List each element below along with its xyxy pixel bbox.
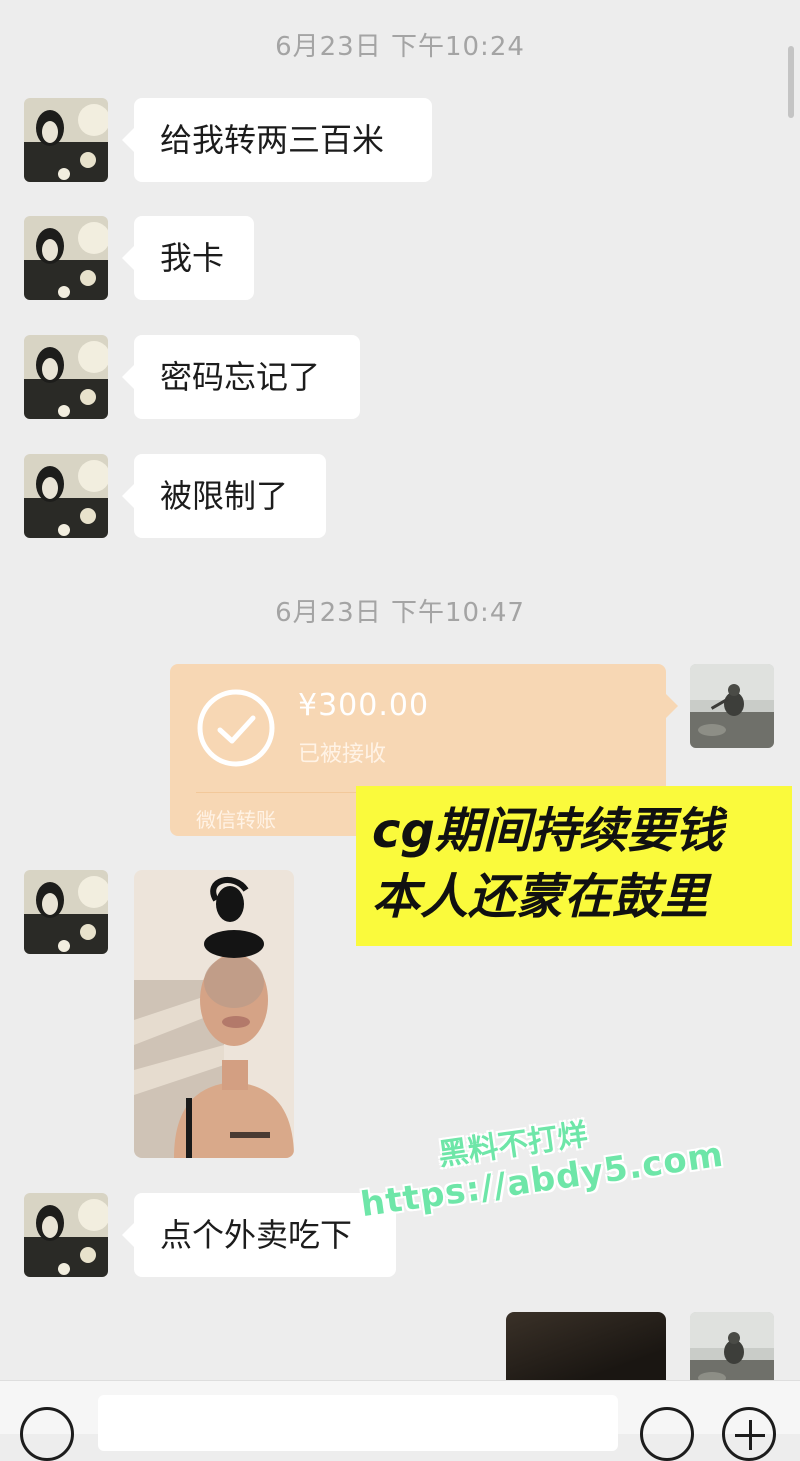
transfer-status: 已被接收 (298, 742, 387, 767)
message-input[interactable] (98, 1395, 618, 1451)
watermark: 黑料不打烊 https://abdy5.com (352, 1092, 726, 1251)
input-bar (0, 1380, 800, 1461)
dark-photo[interactable] (506, 1312, 666, 1380)
message-bubble[interactable]: 密码忘记了 (122, 335, 360, 419)
chat-area[interactable]: 6月23日 下午10:24 给我转两三百米 我卡 密码忘记了 被限制了 6月23… (0, 0, 800, 1380)
check-circle-icon (197, 689, 275, 767)
timestamp: 6月23日 下午10:47 (275, 598, 525, 628)
contact-avatar[interactable] (24, 1193, 108, 1277)
voice-icon[interactable] (20, 1407, 74, 1461)
contact-avatar[interactable] (24, 335, 108, 419)
transfer-amount: ¥300.00 (298, 688, 430, 723)
self-avatar[interactable] (690, 664, 774, 748)
emoji-icon[interactable] (640, 1407, 694, 1461)
contact-avatar[interactable] (24, 216, 108, 300)
self-avatar[interactable] (690, 1312, 774, 1380)
message-bubble[interactable]: 我卡 (122, 216, 254, 300)
message-bubble[interactable]: 被限制了 (122, 454, 326, 538)
caption-line: 本人还蒙在鼓里 (372, 869, 709, 925)
contact-avatar[interactable] (24, 98, 108, 182)
caption-line: cg期间持续要钱 (372, 803, 723, 859)
message-bubble[interactable]: 给我转两三百米 (122, 98, 432, 182)
timestamp: 6月23日 下午10:24 (275, 32, 525, 62)
plus-icon[interactable] (722, 1407, 776, 1461)
overlay-caption: cg期间持续要钱 本人还蒙在鼓里 (356, 786, 792, 946)
contact-avatar[interactable] (24, 870, 108, 954)
contact-avatar[interactable] (24, 454, 108, 538)
selfie-photo[interactable] (134, 870, 294, 1158)
transfer-label: 微信转账 (196, 808, 276, 832)
message-bubble[interactable]: 点个外卖吃下 (122, 1193, 396, 1277)
